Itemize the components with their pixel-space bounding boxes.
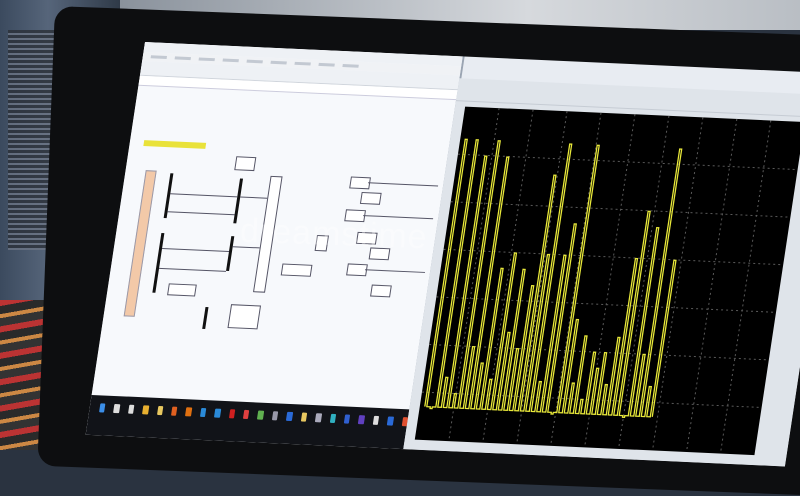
subsystem-block[interactable]	[123, 170, 157, 317]
scope-plot[interactable]	[414, 106, 800, 456]
signal-line	[158, 267, 227, 272]
file-explorer-icon[interactable]	[156, 405, 164, 416]
app-gray-icon[interactable]	[271, 411, 279, 421]
grid-line	[719, 120, 772, 454]
app-blue-icon[interactable]	[199, 407, 207, 418]
signal-line	[364, 269, 426, 273]
grid-line	[652, 117, 704, 451]
chrome-icon[interactable]	[142, 405, 149, 415]
signal-line	[167, 211, 235, 216]
grid-line	[457, 153, 798, 171]
to-workspace-block[interactable]	[167, 283, 197, 297]
constant-block[interactable]	[370, 284, 392, 298]
constant-block[interactable]	[359, 191, 382, 205]
app-orange-icon[interactable]	[185, 407, 193, 417]
signal-line	[240, 196, 268, 199]
app-red-icon[interactable]	[242, 409, 250, 420]
signal-line	[170, 193, 238, 198]
app-yellow-icon[interactable]	[300, 412, 308, 422]
app-blue2-icon[interactable]	[214, 408, 221, 418]
photos-icon[interactable]	[372, 415, 380, 425]
cortana-icon[interactable]	[127, 404, 135, 414]
app-docs-icon[interactable]	[314, 413, 322, 423]
signal-line	[161, 247, 230, 253]
gain-block[interactable]	[234, 156, 257, 172]
app-m-icon[interactable]	[286, 411, 293, 422]
display-block[interactable]	[227, 304, 262, 330]
laptop-screen	[85, 42, 800, 467]
demux-block[interactable]	[226, 236, 235, 272]
search-icon[interactable]	[113, 404, 121, 414]
mux-block[interactable]	[152, 232, 165, 293]
app-save-icon[interactable]	[343, 414, 351, 424]
scope-block[interactable]	[280, 263, 313, 277]
windows-start-icon[interactable]	[99, 403, 106, 413]
acrobat-icon[interactable]	[228, 409, 236, 419]
app-word-icon[interactable]	[386, 416, 394, 426]
signal-line	[368, 182, 439, 187]
watermark: dreamstime	[239, 211, 429, 257]
signal-trace	[424, 138, 683, 418]
scope-window	[403, 78, 800, 467]
scope-signal-plot	[421, 108, 798, 454]
demux-block[interactable]	[202, 307, 209, 330]
app-purple-icon[interactable]	[358, 415, 365, 425]
grid-line	[685, 118, 738, 453]
app-green-icon[interactable]	[257, 410, 265, 420]
matlab-icon[interactable]	[171, 406, 178, 416]
model-annotation	[143, 140, 207, 149]
app-teal-icon[interactable]	[329, 413, 337, 423]
